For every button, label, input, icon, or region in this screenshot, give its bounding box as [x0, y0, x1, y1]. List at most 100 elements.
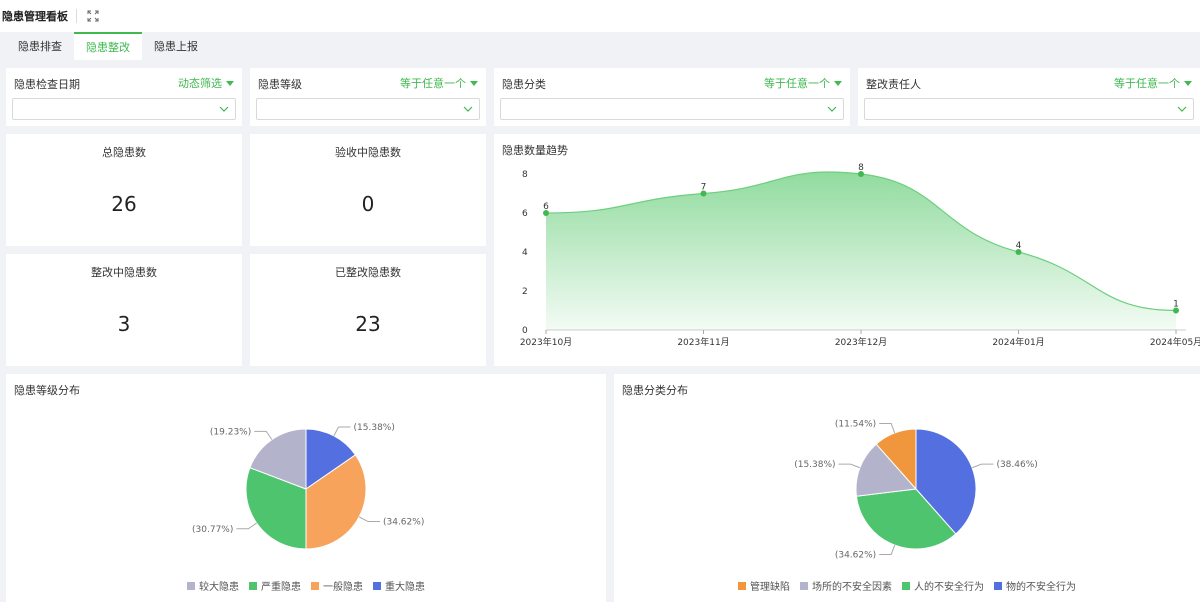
pie-leader-line	[971, 463, 994, 469]
caret-down-icon	[1184, 80, 1192, 86]
legend-item[interactable]: 重大隐患	[373, 578, 425, 593]
legend-swatch	[311, 581, 319, 590]
filter-select[interactable]	[864, 98, 1194, 120]
trend-data-label: 8	[858, 163, 864, 173]
kpi-value: 0	[361, 192, 375, 216]
legend-item[interactable]: 物的不安全行为	[994, 578, 1076, 593]
trend-data-label: 4	[1016, 241, 1022, 251]
legend-item[interactable]: 人的不安全行为	[902, 578, 984, 593]
x-tick-label: 2023年10月	[520, 336, 572, 348]
chevron-down-icon	[827, 106, 837, 112]
pie-slice-label: (15.38%)	[794, 460, 835, 470]
tab-hazard-rectification[interactable]: 隐患整改	[74, 32, 142, 60]
trend-chart: 0 2 4 6 8 2023年10月 2023年11月 2023年12月 2024年01月 202…	[520, 163, 1200, 348]
filter-mode-dropdown[interactable]: 等于任意一个	[400, 76, 478, 90]
legend-label: 人的不安全行为	[914, 582, 984, 593]
legend-swatch	[249, 581, 257, 590]
legend-label: 管理缺陷	[750, 582, 790, 593]
pie-leader-line	[879, 423, 896, 434]
category-legend: 管理缺陷 场所的不安全因素 人的不安全行为 物的不安全行为	[614, 578, 1200, 593]
legend-label: 重大隐患	[385, 582, 425, 593]
legend-swatch	[373, 581, 381, 590]
legend-swatch	[800, 581, 808, 590]
chevron-down-icon	[1177, 106, 1187, 112]
filter-responsible-person: 整改责任人 等于任意一个	[858, 68, 1200, 126]
filter-mode-label: 等于任意一个	[400, 77, 466, 90]
category-pie-chart: (38.46%) (34.62%) (15.38%) (11.54%)	[794, 420, 1038, 561]
trend-data-label: 7	[701, 183, 707, 193]
kpi-rectified: 已整改隐患数 23	[250, 254, 486, 366]
filter-mode-dropdown[interactable]: 等于任意一个	[764, 76, 842, 90]
trend-data-label: 6	[543, 202, 549, 212]
legend-swatch	[187, 581, 195, 590]
filter-hazard-category: 隐患分类 等于任意一个	[494, 68, 850, 126]
pie-slice-label: (11.54%)	[835, 420, 876, 430]
kpi-label: 总隐患数	[102, 146, 146, 159]
kpi-total-hazards: 总隐患数 26	[6, 134, 242, 246]
x-tick-label: 2023年11月	[677, 336, 729, 348]
top-bar: 隐患管理看板	[0, 0, 1200, 32]
legend-swatch	[738, 581, 746, 590]
chevron-down-icon	[463, 106, 473, 112]
filter-mode-dropdown[interactable]: 动态筛选	[178, 76, 234, 90]
legend-label: 较大隐患	[199, 582, 239, 593]
kpi-under-acceptance: 验收中隐患数 0	[250, 134, 486, 246]
kpi-in-rectification: 整改中隐患数 3	[6, 254, 242, 366]
filter-select[interactable]	[256, 98, 480, 120]
filter-select[interactable]	[12, 98, 236, 120]
filter-mode-label: 动态筛选	[178, 77, 222, 90]
filter-select[interactable]	[500, 98, 844, 120]
filter-mode-label: 等于任意一个	[764, 77, 830, 90]
filter-label: 隐患检查日期	[14, 78, 80, 91]
kpi-value: 26	[111, 192, 137, 216]
filter-label: 隐患等级	[258, 78, 302, 91]
legend-item[interactable]: 一般隐患	[311, 578, 363, 593]
trend-data-label: 1	[1173, 300, 1179, 310]
y-tick-label: 0	[522, 326, 528, 336]
filter-mode-dropdown[interactable]: 等于任意一个	[1114, 76, 1192, 90]
legend-label: 一般隐患	[323, 582, 363, 593]
legend-swatch	[994, 581, 1002, 590]
pie-slice-label: (15.38%)	[354, 423, 395, 433]
filter-label: 整改责任人	[866, 78, 921, 91]
tab-hazard-inspection[interactable]: 隐患排查	[6, 32, 74, 60]
pie-slice-label: (19.23%)	[210, 427, 251, 437]
tab-label: 隐患排查	[18, 40, 62, 53]
y-tick-label: 2	[522, 287, 528, 297]
y-tick-label: 4	[522, 248, 528, 258]
legend-item[interactable]: 场所的不安全因素	[800, 578, 892, 593]
legend-label: 严重隐患	[261, 582, 301, 593]
x-tick-label: 2024年05月	[1150, 336, 1200, 348]
pie-slice-label: (30.77%)	[192, 525, 233, 535]
caret-down-icon	[834, 80, 842, 86]
page-title: 隐患管理看板	[2, 10, 68, 23]
tab-hazard-report[interactable]: 隐患上报	[142, 32, 210, 60]
level-pie-chart: (15.38%) (34.62%) (30.77%) (19.23%)	[192, 423, 424, 550]
x-tick-label: 2023年12月	[835, 336, 887, 348]
y-tick-label: 6	[522, 209, 528, 219]
expand-icon[interactable]	[87, 10, 99, 22]
pie-slice-label: (34.62%)	[383, 518, 424, 528]
tab-bar: 隐患排查 隐患整改 隐患上报	[0, 32, 1200, 60]
filter-hazard-level: 隐患等级 等于任意一个	[250, 68, 486, 126]
pie-leader-line	[879, 544, 896, 555]
title-divider	[76, 9, 77, 23]
level-distribution-panel: 隐患等级分布 (15.38%) (34.62%) (30.77%) (19.23%) …	[6, 374, 606, 602]
legend-label: 物的不安全行为	[1006, 582, 1076, 593]
caret-down-icon	[226, 80, 234, 86]
kpi-value: 3	[117, 312, 131, 336]
legend-item[interactable]: 严重隐患	[249, 578, 301, 593]
kpi-value: 23	[355, 312, 381, 336]
kpi-label: 验收中隐患数	[335, 146, 401, 159]
legend-swatch	[902, 581, 910, 590]
y-tick-label: 8	[522, 170, 528, 180]
trend-area-fill	[546, 171, 1176, 330]
caret-down-icon	[470, 80, 478, 86]
kpi-label: 整改中隐患数	[91, 266, 157, 279]
legend-item[interactable]: 较大隐患	[187, 578, 239, 593]
pie-leader-line	[358, 516, 380, 523]
tab-label: 隐患整改	[86, 41, 130, 54]
tab-label: 隐患上报	[154, 40, 198, 53]
legend-item[interactable]: 管理缺陷	[738, 578, 790, 593]
pie-leader-line	[254, 430, 273, 440]
